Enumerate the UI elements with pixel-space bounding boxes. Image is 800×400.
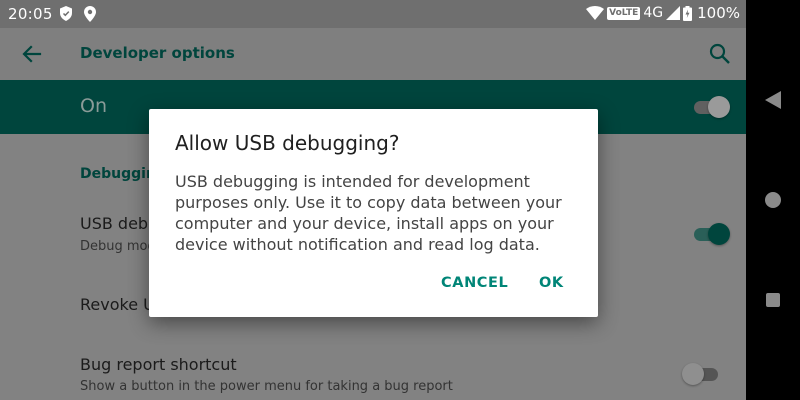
navigation-bar — [746, 0, 800, 400]
search-icon[interactable] — [706, 40, 734, 68]
bug-report-toggle[interactable] — [682, 362, 722, 386]
bug-report-summary: Show a button in the power menu for taki… — [80, 379, 453, 394]
nav-recents-icon[interactable] — [766, 293, 780, 307]
switch-thumb — [708, 223, 730, 245]
shield-icon — [60, 6, 72, 21]
switch-thumb — [708, 96, 730, 118]
battery-level: 100% — [697, 4, 740, 22]
location-pin-icon — [84, 6, 96, 22]
master-toggle[interactable] — [690, 95, 730, 119]
arrow-left-icon[interactable] — [18, 40, 46, 68]
signal-icon — [666, 6, 681, 20]
usb-debugging-dialog: Allow USB debugging? USB debugging is in… — [149, 109, 598, 317]
ok-button[interactable]: OK — [539, 275, 564, 291]
battery-charging-icon — [683, 5, 693, 21]
status-bar: 20:05 VoLTE 4G 100% — [0, 0, 746, 28]
dialog-message: USB debugging is intended for developmen… — [175, 172, 562, 254]
bug-report-title: Bug report shortcut — [80, 355, 237, 374]
page-title: Developer options — [80, 44, 235, 62]
wifi-icon — [586, 6, 605, 20]
master-switch-label: On — [80, 95, 107, 117]
cancel-button[interactable]: CANCEL — [441, 275, 508, 291]
status-indicators: VoLTE 4G 100% — [586, 4, 740, 22]
nav-home-icon[interactable] — [765, 192, 781, 208]
usb-debugging-toggle[interactable] — [690, 222, 730, 246]
nav-back-icon[interactable] — [762, 89, 784, 111]
network-type: 4G — [643, 5, 664, 21]
volte-badge: VoLTE — [607, 6, 641, 20]
dialog-title: Allow USB debugging? — [175, 131, 400, 155]
status-time: 20:05 — [8, 5, 53, 23]
app-toolbar: Developer options — [0, 28, 746, 80]
switch-thumb — [682, 363, 704, 385]
